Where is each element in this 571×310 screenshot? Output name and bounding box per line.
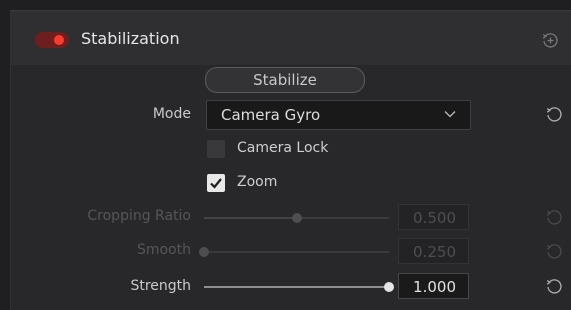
camera-lock-checkbox[interactable]	[207, 140, 225, 158]
smooth-reset-icon[interactable]	[545, 242, 563, 260]
strength-slider[interactable]	[204, 281, 394, 293]
section-title: Stabilization	[81, 29, 180, 48]
slider-fill	[204, 217, 297, 219]
stabilization-panel: Stabilization Stabilize Mode Camera Gyro…	[10, 10, 571, 310]
strength-label: Strength	[130, 278, 191, 294]
slider-thumb[interactable]	[199, 247, 209, 257]
toggle-knob	[54, 35, 64, 45]
stabilize-button[interactable]: Stabilize	[205, 67, 365, 93]
cropping-ratio-label: Cropping Ratio	[87, 208, 191, 224]
stabilization-enable-toggle[interactable]	[35, 32, 69, 48]
checkmark-icon	[210, 178, 222, 189]
camera-lock-label: Camera Lock	[237, 140, 329, 156]
chevron-down-icon	[444, 111, 456, 118]
cropping-ratio-value[interactable]: 0.500	[398, 204, 469, 230]
cropping-ratio-reset-icon[interactable]	[545, 208, 563, 226]
mode-label: Mode	[152, 106, 191, 122]
slider-track	[204, 251, 389, 253]
reset-plus-icon[interactable]	[541, 31, 559, 49]
smooth-label: Smooth	[136, 242, 191, 258]
strength-value[interactable]: 1.000	[398, 273, 469, 299]
smooth-slider[interactable]	[199, 246, 389, 258]
strength-reset-icon[interactable]	[545, 277, 563, 295]
mode-dropdown[interactable]: Camera Gyro	[206, 100, 471, 130]
zoom-checkbox[interactable]	[207, 174, 225, 192]
section-header: Stabilization	[11, 11, 571, 65]
slider-fill	[204, 286, 389, 288]
smooth-value[interactable]: 0.250	[398, 238, 469, 264]
slider-thumb[interactable]	[384, 282, 394, 292]
zoom-label: Zoom	[237, 174, 278, 190]
cropping-ratio-slider[interactable]	[204, 212, 389, 224]
mode-reset-icon[interactable]	[545, 105, 563, 123]
mode-value: Camera Gyro	[221, 106, 321, 124]
slider-thumb[interactable]	[291, 213, 302, 223]
